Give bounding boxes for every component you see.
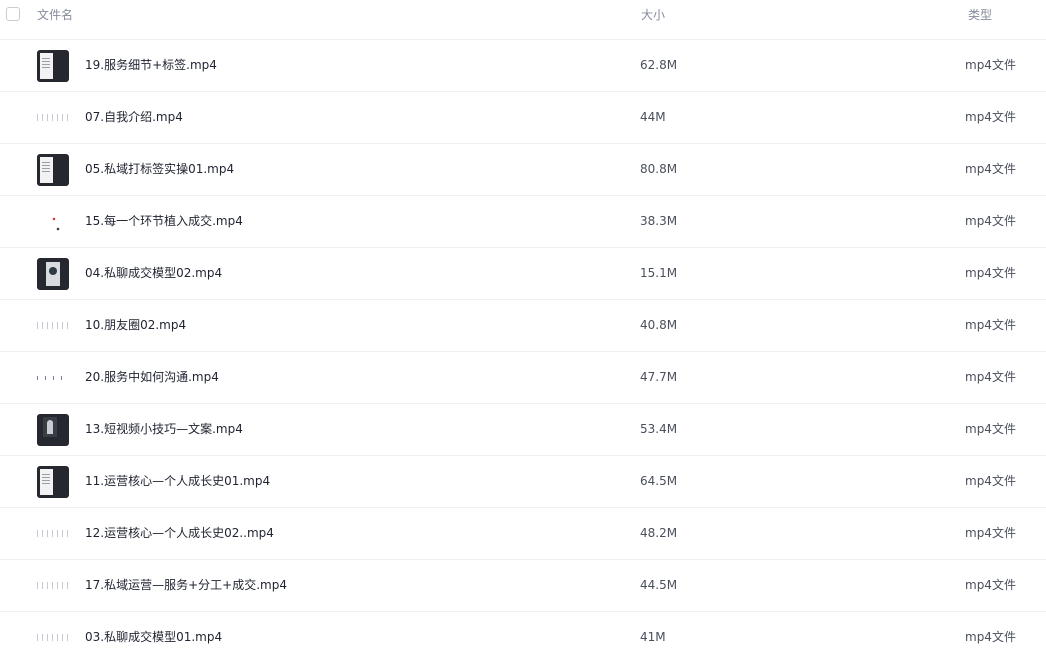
file-name[interactable]: 03.私聊成交模型01.mp4 [85, 630, 222, 644]
column-header-type[interactable]: 类型 [968, 8, 992, 22]
file-name[interactable]: 17.私域运营—服务+分工+成交.mp4 [85, 578, 287, 592]
video-thumbnail[interactable] [37, 102, 69, 134]
select-all-checkbox[interactable] [6, 7, 20, 21]
file-name[interactable]: 13.短视频小技巧—文案.mp4 [85, 422, 243, 436]
video-thumbnail[interactable] [37, 414, 69, 446]
file-size: 38.3M [640, 214, 678, 228]
file-type: mp4文件 [965, 110, 1016, 124]
file-row[interactable]: 07.自我介绍.mp4 44M mp4文件 [0, 91, 1046, 143]
file-type: mp4文件 [965, 266, 1016, 280]
file-name[interactable]: 11.运营核心—个人成长史01.mp4 [85, 474, 270, 488]
file-row[interactable]: 03.私聊成交模型01.mp4 41M mp4文件 [0, 611, 1046, 663]
video-thumbnail[interactable] [37, 258, 69, 290]
file-row[interactable]: 15.每一个环节植入成交.mp4 38.3M mp4文件 [0, 195, 1046, 247]
file-type: mp4文件 [965, 630, 1016, 644]
file-type: mp4文件 [965, 474, 1016, 488]
file-type: mp4文件 [965, 578, 1016, 592]
video-thumbnail[interactable] [37, 154, 69, 186]
file-type: mp4文件 [965, 526, 1016, 540]
video-thumbnail[interactable] [37, 206, 69, 238]
file-size: 47.7M [640, 370, 678, 384]
file-row[interactable]: 13.短视频小技巧—文案.mp4 53.4M mp4文件 [0, 403, 1046, 455]
column-header-name[interactable]: 文件名 [37, 8, 73, 22]
file-type: mp4文件 [965, 370, 1016, 384]
file-size: 48.2M [640, 526, 678, 540]
file-name[interactable]: 04.私聊成交模型02.mp4 [85, 266, 222, 280]
file-row[interactable]: 11.运营核心—个人成长史01.mp4 64.5M mp4文件 [0, 455, 1046, 507]
file-name[interactable]: 05.私域打标签实操01.mp4 [85, 162, 234, 176]
file-list: 19.服务细节+标签.mp4 62.8M mp4文件 07.自我介绍.mp4 44M mp… [0, 39, 1046, 663]
file-row[interactable]: 20.服务中如何沟通.mp4 47.7M mp4文件 [0, 351, 1046, 403]
video-thumbnail[interactable] [37, 50, 69, 82]
file-type: mp4文件 [965, 58, 1016, 72]
file-name[interactable]: 12.运营核心—个人成长史02..mp4 [85, 526, 274, 540]
file-size: 44M [640, 110, 666, 124]
file-type: mp4文件 [965, 162, 1016, 176]
file-name[interactable]: 19.服务细节+标签.mp4 [85, 58, 217, 72]
file-size: 41M [640, 630, 666, 644]
file-name[interactable]: 07.自我介绍.mp4 [85, 110, 183, 124]
file-row[interactable]: 17.私域运营—服务+分工+成交.mp4 44.5M mp4文件 [0, 559, 1046, 611]
video-thumbnail[interactable] [37, 466, 69, 498]
file-name[interactable]: 20.服务中如何沟通.mp4 [85, 370, 219, 384]
column-header-size[interactable]: 大小 [641, 8, 665, 22]
file-row[interactable]: 19.服务细节+标签.mp4 62.8M mp4文件 [0, 39, 1046, 91]
file-type: mp4文件 [965, 422, 1016, 436]
file-row[interactable]: 05.私域打标签实操01.mp4 80.8M mp4文件 [0, 143, 1046, 195]
file-row[interactable]: 04.私聊成交模型02.mp4 15.1M mp4文件 [0, 247, 1046, 299]
video-thumbnail[interactable] [37, 622, 69, 654]
file-type: mp4文件 [965, 214, 1016, 228]
file-size: 44.5M [640, 578, 678, 592]
file-size: 40.8M [640, 318, 678, 332]
file-size: 62.8M [640, 58, 678, 72]
video-thumbnail[interactable] [37, 310, 69, 342]
file-size: 64.5M [640, 474, 678, 488]
video-thumbnail[interactable] [37, 570, 69, 602]
file-type: mp4文件 [965, 318, 1016, 332]
video-thumbnail[interactable] [37, 518, 69, 550]
file-size: 53.4M [640, 422, 678, 436]
file-list-header: 文件名 大小 类型 [0, 0, 1046, 30]
file-size: 15.1M [640, 266, 678, 280]
file-size: 80.8M [640, 162, 678, 176]
video-thumbnail[interactable] [37, 362, 69, 394]
file-name[interactable]: 10.朋友圈02.mp4 [85, 318, 186, 332]
file-name[interactable]: 15.每一个环节植入成交.mp4 [85, 214, 243, 228]
file-row[interactable]: 12.运营核心—个人成长史02..mp4 48.2M mp4文件 [0, 507, 1046, 559]
file-row[interactable]: 10.朋友圈02.mp4 40.8M mp4文件 [0, 299, 1046, 351]
